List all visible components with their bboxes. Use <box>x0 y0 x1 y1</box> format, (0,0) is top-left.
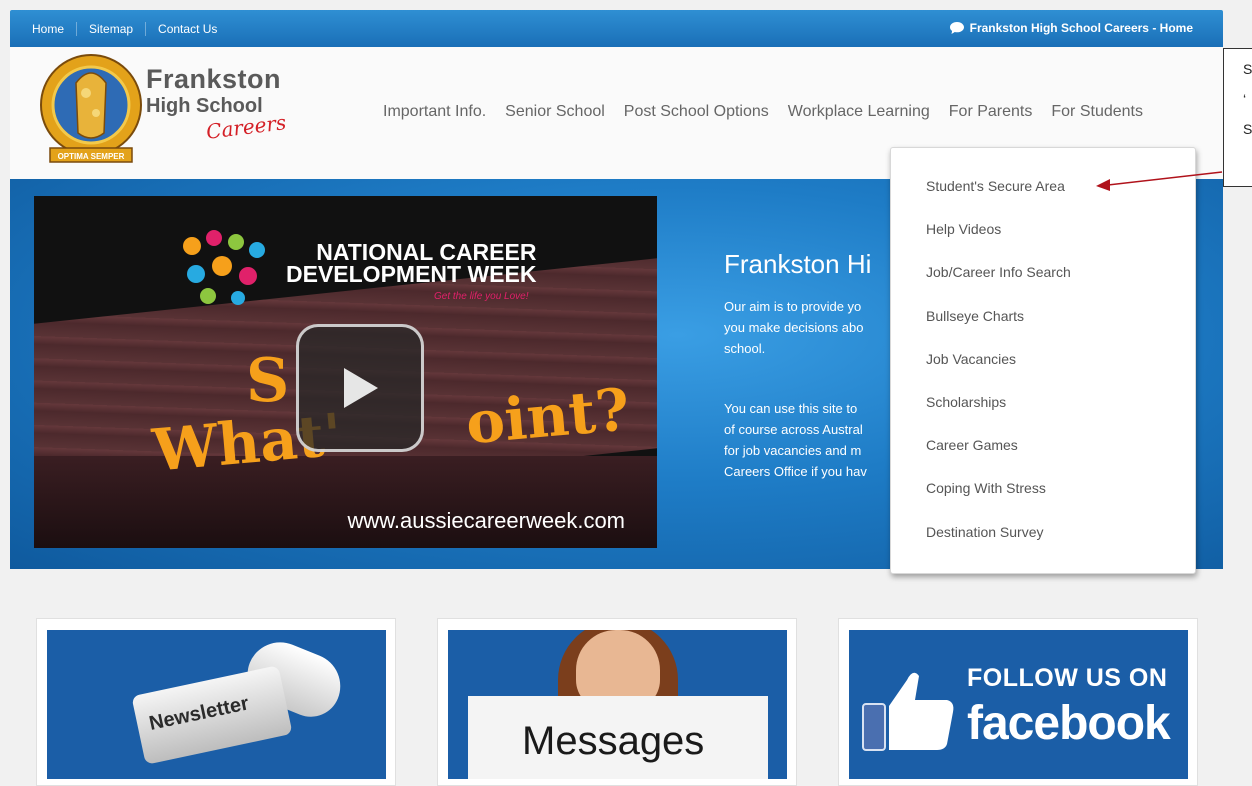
video-heading-line-1: NATIONAL CAREER <box>316 239 537 265</box>
school-crest-logo[interactable]: OPTIMA SEMPER <box>36 53 146 167</box>
callout-char-3: S <box>1243 121 1252 137</box>
menu-item-scholarships[interactable]: Scholarships <box>891 392 1195 435</box>
main-navigation: Important Info. Senior School Post Schoo… <box>383 103 1162 121</box>
nav-post-school-options[interactable]: Post School Options <box>624 103 769 121</box>
video-tagline: Get the life you Love! <box>434 291 529 302</box>
hero-title: Frankston Hi <box>724 249 872 279</box>
facebook-tile[interactable]: FOLLOW US ON facebook <box>838 618 1198 786</box>
hero-paragraph-1: Our aim is to provide yo you make decisi… <box>724 296 904 359</box>
hero-paragraph-2-line: for job vacancies and m <box>724 443 862 458</box>
messages-tile[interactable]: Messages <box>437 618 797 786</box>
facebook-line-1: FOLLOW US ON <box>967 664 1168 692</box>
top-link-sitemap[interactable]: Sitemap <box>76 21 145 36</box>
hero-paragraph-1-line: you make decisions abo <box>724 320 864 335</box>
video-url: www.aussiecareerweek.com <box>347 508 625 533</box>
messages-tile-image: Messages <box>448 630 787 779</box>
hero-paragraph-2: You can use this site to of course acros… <box>724 398 904 482</box>
menu-item-career-games[interactable]: Career Games <box>891 435 1195 478</box>
nav-workplace-learning[interactable]: Workplace Learning <box>788 103 930 121</box>
nav-for-students[interactable]: For Students <box>1051 103 1143 121</box>
hero-paragraph-1-line: Our aim is to provide yo <box>724 299 862 314</box>
video-floor <box>34 456 657 548</box>
menu-item-destination-survey[interactable]: Destination Survey <box>891 522 1195 565</box>
hero-paragraph-1-line: school. <box>724 341 766 356</box>
for-students-dropdown: Student's Secure Area Help Videos Job/Ca… <box>890 147 1196 574</box>
callout-char-1: S <box>1243 61 1252 77</box>
annotation-callout: S ‘ S <box>1223 48 1252 187</box>
video-heading: NATIONAL CAREER DEVELOPMENT WEEK <box>286 239 537 287</box>
video-heading-line-2: DEVELOPMENT WEEK <box>286 261 537 287</box>
nav-important-info[interactable]: Important Info. <box>383 103 486 121</box>
top-utility-bar: Home Sitemap Contact Us Frankston High S… <box>10 10 1223 47</box>
thumbs-up-icon <box>862 672 954 751</box>
crest-motto: OPTIMA SEMPER <box>58 152 125 161</box>
play-button[interactable] <box>296 324 424 452</box>
menu-item-job-vacancies[interactable]: Job Vacancies <box>891 349 1195 392</box>
play-icon <box>344 368 378 408</box>
nav-senior-school[interactable]: Senior School <box>505 103 605 121</box>
messages-label: Messages <box>522 719 705 763</box>
hero-paragraph-2-line: You can use this site to <box>724 401 858 416</box>
newsletter-label: Newsletter <box>147 692 251 735</box>
logo-line-1: Frankston <box>146 64 282 94</box>
newsletter-tile[interactable]: Newsletter <box>36 618 396 786</box>
home-link-label: Frankston High School Careers - Home <box>969 21 1193 35</box>
video-player[interactable]: NATIONAL CAREER DEVELOPMENT WEEK Get the… <box>34 196 657 548</box>
message-sign: Messages <box>468 696 768 779</box>
top-link-contact-us[interactable]: Contact Us <box>145 21 229 36</box>
menu-item-help-videos[interactable]: Help Videos <box>891 219 1195 262</box>
menu-item-coping-with-stress[interactable]: Coping With Stress <box>891 478 1195 521</box>
menu-item-bullseye-charts[interactable]: Bullseye Charts <box>891 306 1195 349</box>
video-overlay-word-2: oint? <box>463 375 633 458</box>
facebook-tile-image: FOLLOW US ON facebook <box>849 630 1188 779</box>
home-link[interactable]: Frankston High School Careers - Home <box>949 21 1193 35</box>
top-link-home[interactable]: Home <box>32 22 76 36</box>
callout-char-2: ‘ <box>1243 91 1247 107</box>
nav-for-parents[interactable]: For Parents <box>949 103 1033 121</box>
dropdown-list: Student's Secure Area Help Videos Job/Ca… <box>891 148 1195 565</box>
logo-wordmark[interactable]: Frankston High School Careers <box>146 64 287 144</box>
newspaper-roll-icon: Newsletter <box>131 665 293 765</box>
ncdw-logo-icon <box>183 230 265 305</box>
newsletter-tile-image: Newsletter <box>47 630 386 779</box>
speech-bubble-icon <box>949 22 964 34</box>
top-links: Home Sitemap Contact Us <box>32 21 229 36</box>
menu-item-job-career-info-search[interactable]: Job/Career Info Search <box>891 262 1195 305</box>
facebook-line-2: facebook <box>967 697 1171 750</box>
hero-paragraph-2-line: of course across Austral <box>724 422 863 437</box>
menu-item-students-secure-area[interactable]: Student's Secure Area <box>891 176 1195 219</box>
hero-paragraph-2-line: Careers Office if you hav <box>724 464 867 479</box>
